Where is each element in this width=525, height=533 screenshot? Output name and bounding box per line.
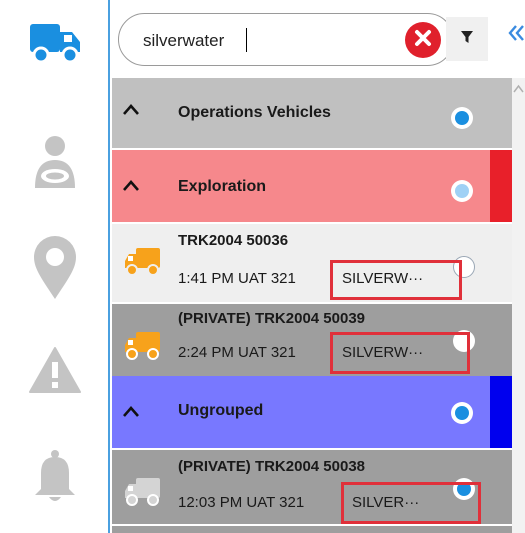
collapse-panel-button[interactable] (507, 22, 525, 56)
group-select-radio[interactable] (451, 402, 473, 424)
vehicle-list: Operations Vehicles Exploration TRK2004 … (112, 78, 512, 533)
vehicle-name: TRK2004 50036 (178, 232, 289, 249)
filter-icon (460, 30, 474, 49)
app-window: Operations Vehicles Exploration (0, 0, 525, 533)
truck-icon (124, 246, 162, 283)
nav-vehicles[interactable] (28, 12, 82, 72)
nav-notifications[interactable] (28, 446, 82, 506)
vehicle-row[interactable]: (PRIVATE) TRK2004 50038 12:03 PM UAT 321… (112, 450, 512, 524)
highlight-box (330, 332, 470, 374)
double-chevron-left-icon (507, 24, 525, 49)
text-caret (246, 28, 247, 52)
list-scrollbar[interactable] (512, 78, 525, 533)
vehicle-status-time: 1:41 PM UAT 321 (178, 270, 296, 287)
group-name: Ungrouped (178, 402, 264, 419)
group-name: Operations Vehicles (178, 104, 331, 121)
location-pin-icon (32, 235, 78, 301)
vehicle-status-time: 12:03 PM UAT 321 (178, 494, 305, 511)
list-item-partial (112, 526, 512, 533)
nav-locations[interactable] (28, 228, 82, 308)
search-input[interactable] (143, 28, 393, 54)
chevron-up-icon[interactable] (122, 178, 140, 192)
truck-icon (124, 476, 162, 513)
group-color-bar (490, 150, 512, 222)
close-icon (414, 29, 432, 52)
group-color-bar (490, 376, 512, 448)
group-row-exploration[interactable]: Exploration (112, 150, 512, 222)
radio-dot (455, 406, 469, 420)
chevron-up-icon[interactable] (122, 404, 140, 418)
scroll-up-icon[interactable] (513, 82, 524, 94)
group-row-ungrouped[interactable]: Ungrouped (112, 376, 512, 448)
truck-icon (28, 20, 82, 64)
top-bar (112, 0, 525, 78)
vehicle-row[interactable]: (PRIVATE) TRK2004 50039 2:24 PM UAT 321 … (112, 304, 512, 376)
nav-rail (0, 0, 110, 533)
vehicle-name: (PRIVATE) TRK2004 50039 (178, 310, 366, 327)
clear-search-button[interactable] (405, 22, 441, 58)
highlight-box (341, 482, 481, 524)
nav-alerts[interactable] (28, 340, 82, 400)
vehicle-row[interactable]: TRK2004 50036 1:41 PM UAT 321 SILVERW··· (112, 224, 512, 302)
group-select-radio[interactable] (451, 180, 473, 202)
filter-button[interactable] (446, 17, 488, 61)
group-select-radio[interactable] (451, 107, 473, 129)
group-row-operations[interactable]: Operations Vehicles (112, 78, 512, 148)
search-box (118, 13, 454, 66)
truck-icon (124, 330, 162, 367)
group-name: Exploration (178, 178, 267, 195)
highlight-box (330, 260, 462, 300)
chevron-up-icon[interactable] (122, 102, 140, 116)
vehicle-name: (PRIVATE) TRK2004 50038 (178, 458, 366, 475)
driver-icon (33, 134, 77, 190)
radio-dot (455, 184, 469, 198)
radio-dot (455, 111, 469, 125)
bell-icon (33, 449, 77, 503)
vehicle-status-time: 2:24 PM UAT 321 (178, 344, 296, 361)
nav-drivers[interactable] (28, 132, 82, 192)
warning-icon (29, 346, 81, 394)
